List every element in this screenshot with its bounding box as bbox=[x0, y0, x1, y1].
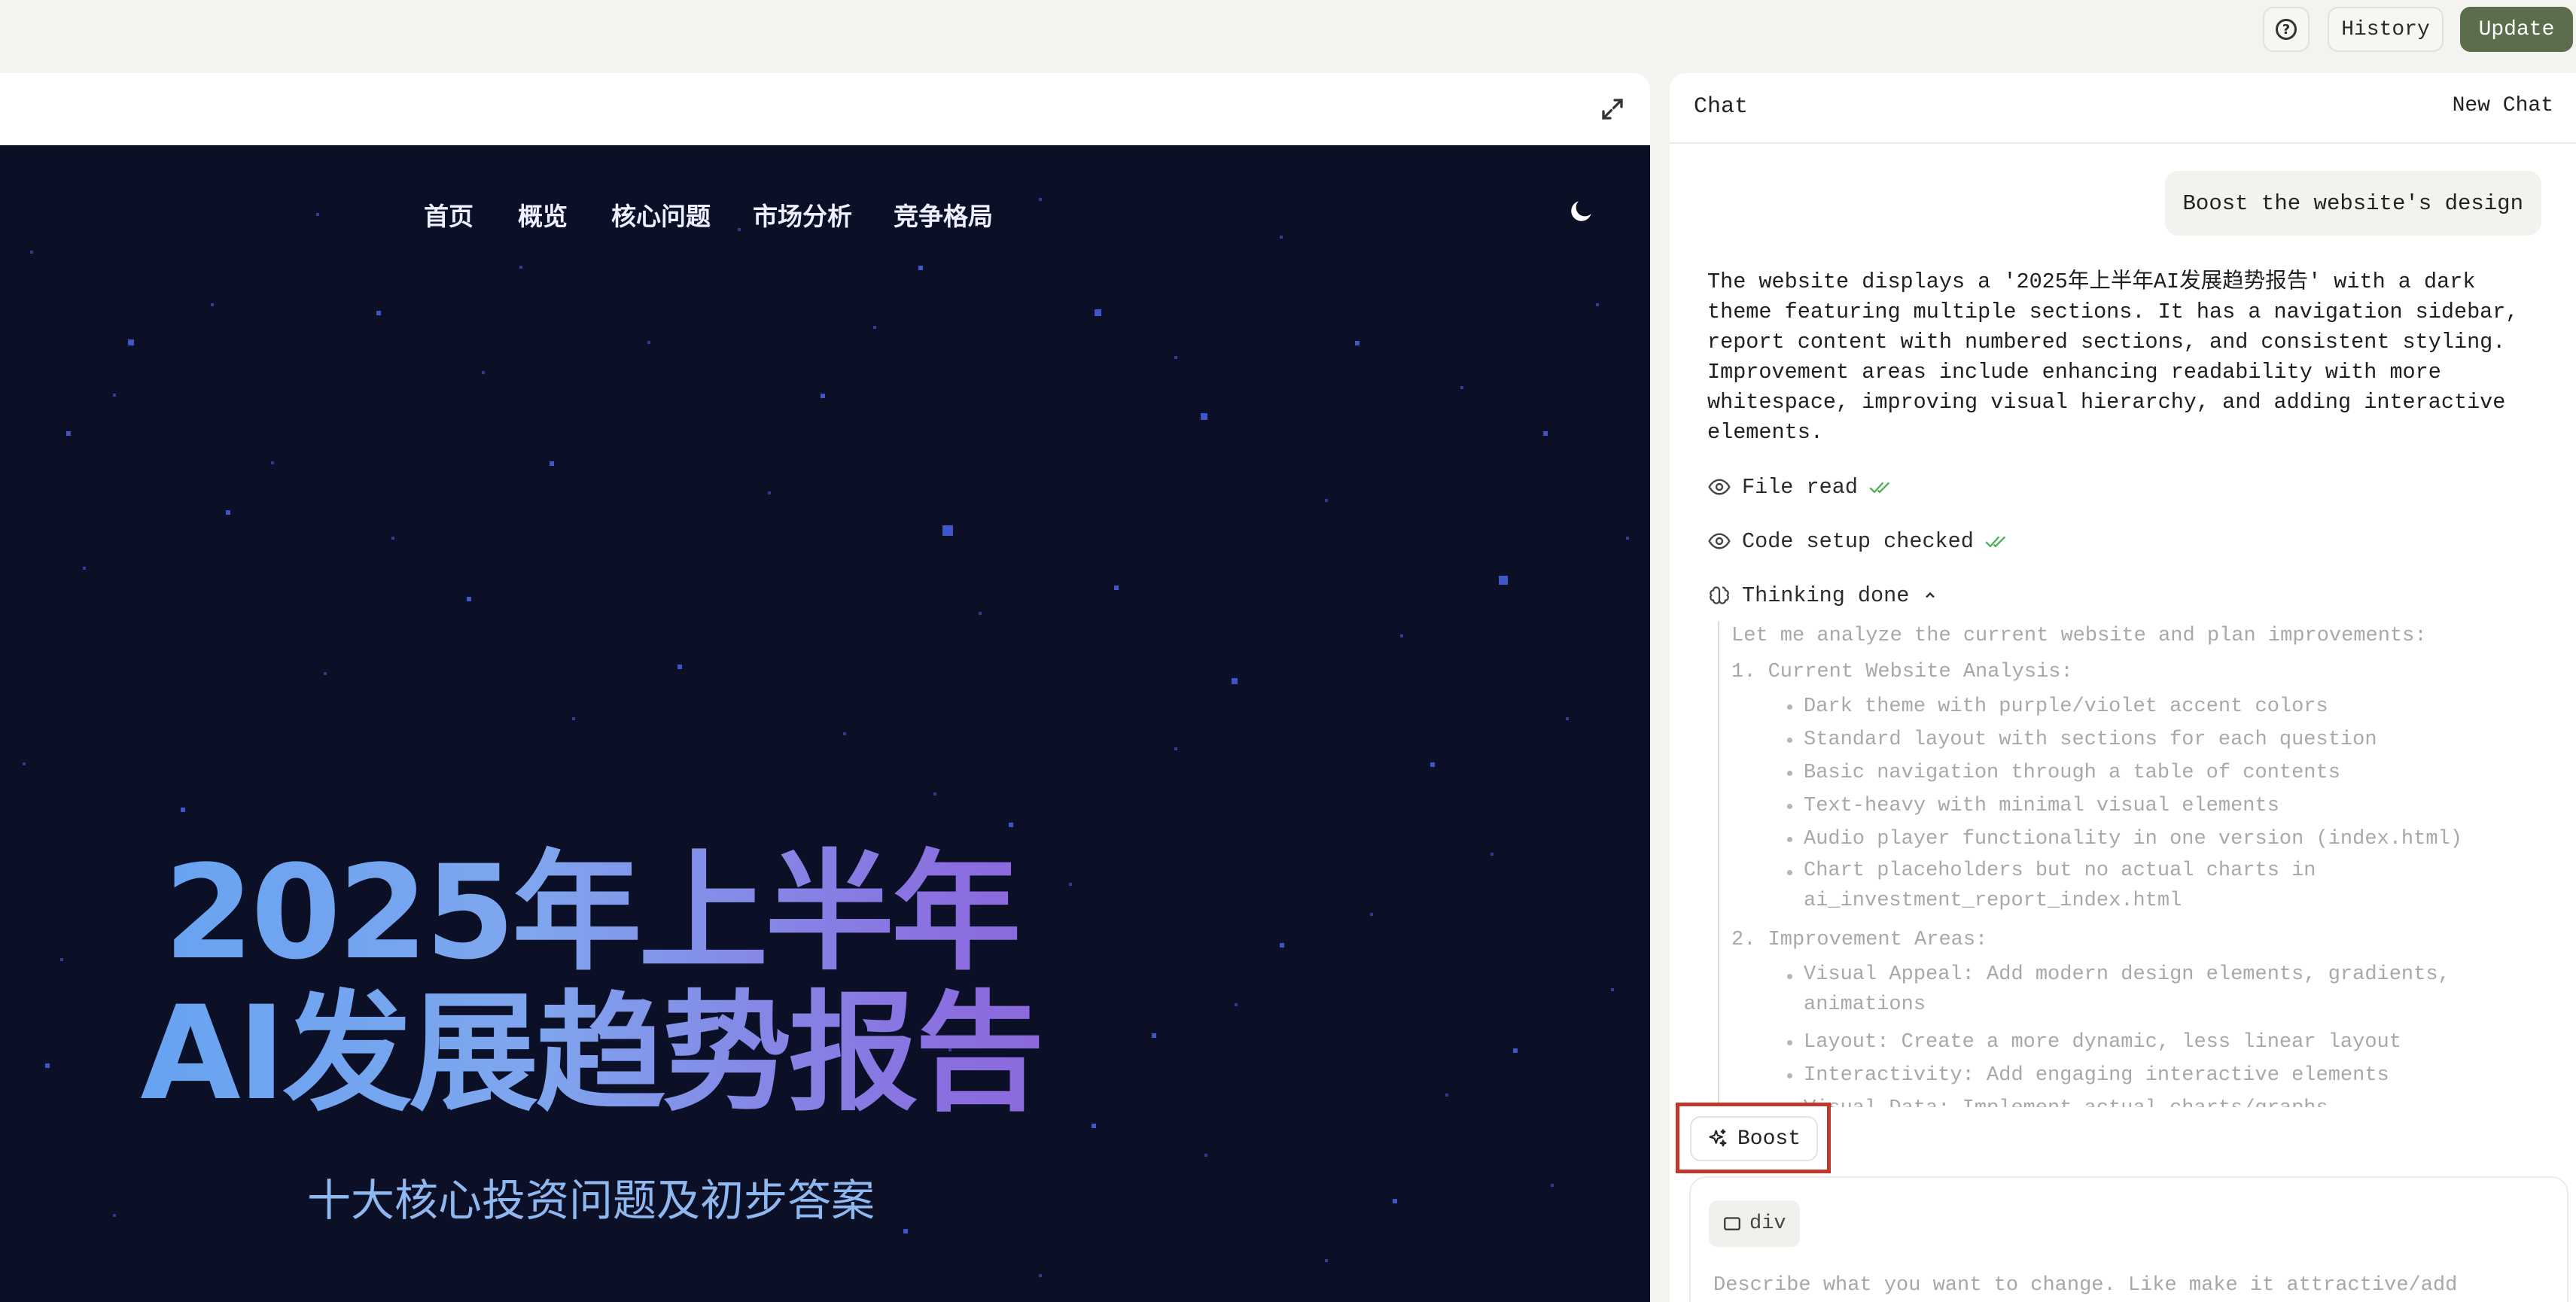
double-check-icon bbox=[1985, 536, 2006, 548]
thinking-intro: Let me analyze the current website and p… bbox=[1731, 625, 2427, 647]
thinking-bullet: Layout: Create a more dynamic, less line… bbox=[1787, 1026, 2401, 1059]
help-button[interactable]: ? bbox=[2263, 7, 2310, 52]
thinking-bullet: Standard layout with sections for each q… bbox=[1787, 723, 2377, 756]
boost-highlight: Boost bbox=[1676, 1103, 1831, 1173]
thinking-heading-1: 1. Current Website Analysis: bbox=[1731, 661, 2073, 683]
context-chip-label: div bbox=[1749, 1212, 1786, 1235]
thinking-bullet: Visual Data: Implement actual charts/gra… bbox=[1787, 1092, 2328, 1107]
nav-item-market-analysis[interactable]: 市场分析 bbox=[753, 196, 852, 233]
hero-title-line2: AI发展趋势报告 bbox=[0, 982, 1182, 1125]
nav-item-overview[interactable]: 概览 bbox=[518, 196, 568, 233]
step-label: File read bbox=[1742, 474, 1858, 500]
context-chip[interactable]: div bbox=[1709, 1200, 1800, 1247]
eye-icon bbox=[1708, 533, 1731, 549]
step-code-setup: Code setup checked bbox=[1707, 526, 2019, 556]
expand-icon[interactable] bbox=[1599, 96, 1626, 123]
brain-icon bbox=[1710, 586, 1729, 604]
thinking-bullet: Visual Appeal: Add modern design element… bbox=[1787, 960, 2450, 1020]
chat-panel: Chat New Chat Boost the website's design… bbox=[1670, 73, 2576, 1302]
chat-title: Chat bbox=[1694, 94, 1749, 120]
prompt-card: div bbox=[1689, 1176, 2568, 1302]
prompt-input[interactable] bbox=[1713, 1267, 2549, 1302]
step-label: Thinking done bbox=[1742, 583, 1910, 608]
eye-icon bbox=[1708, 479, 1731, 495]
update-button[interactable]: Update bbox=[2460, 7, 2573, 52]
user-message: Boost the website's design bbox=[2164, 171, 2541, 236]
new-chat-button[interactable]: New Chat bbox=[2453, 94, 2553, 117]
thinking-heading-2: 2. Improvement Areas: bbox=[1731, 929, 1988, 951]
sparkles-icon bbox=[1709, 1129, 1727, 1147]
top-bar: ? History Update bbox=[0, 0, 2576, 57]
nav-item-competition[interactable]: 竞争格局 bbox=[894, 196, 993, 233]
website-preview: 首页 概览 核心问题 市场分析 竞争格局 2025年上半年 AI发展趋势报告 十… bbox=[0, 145, 1650, 1302]
square-icon bbox=[1724, 1217, 1740, 1231]
chevron-up-icon bbox=[1926, 592, 1935, 598]
step-label: Code setup checked bbox=[1742, 528, 1974, 554]
assistant-message: The website displays a '2025年上半年AI发展趋势报告… bbox=[1707, 269, 2519, 445]
site-nav: 首页 概览 核心问题 市场分析 竞争格局 bbox=[0, 196, 1650, 242]
boost-label: Boost bbox=[1737, 1127, 1801, 1151]
boost-button[interactable]: Boost bbox=[1690, 1116, 1818, 1161]
chat-header: Chat New Chat bbox=[1670, 73, 2576, 144]
step-thinking-toggle[interactable]: Thinking done bbox=[1707, 580, 1948, 610]
nav-item-core-questions[interactable]: 核心问题 bbox=[611, 196, 711, 233]
thinking-bullet: Chart placeholders but no actual charts … bbox=[1787, 856, 2316, 916]
thinking-bullet: Audio player functionality in one versio… bbox=[1787, 823, 2462, 856]
hero-subtitle: 十大核心投资问题及初步答案 bbox=[306, 1175, 875, 1226]
double-check-icon bbox=[1869, 482, 1890, 494]
preview-toolbar bbox=[0, 73, 1650, 145]
thinking-bullet: Interactivity: Add engaging interactive … bbox=[1787, 1059, 2389, 1092]
help-circle-icon: ? bbox=[2276, 19, 2297, 40]
thinking-bullet: Dark theme with purple/violet accent col… bbox=[1787, 690, 2328, 723]
history-button[interactable]: History bbox=[2328, 7, 2444, 52]
nav-item-home[interactable]: 首页 bbox=[424, 196, 473, 233]
thinking-bullet: Text-heavy with minimal visual elements bbox=[1787, 789, 2279, 823]
thinking-bullet: Basic navigation through a table of cont… bbox=[1787, 756, 2340, 789]
hero-title-line1: 2025年上半年 bbox=[0, 841, 1182, 984]
thinking-content: Let me analyze the current website and p… bbox=[1718, 621, 2553, 1107]
step-file-read: File read bbox=[1707, 472, 1903, 502]
moon-icon[interactable] bbox=[1567, 196, 1596, 225]
